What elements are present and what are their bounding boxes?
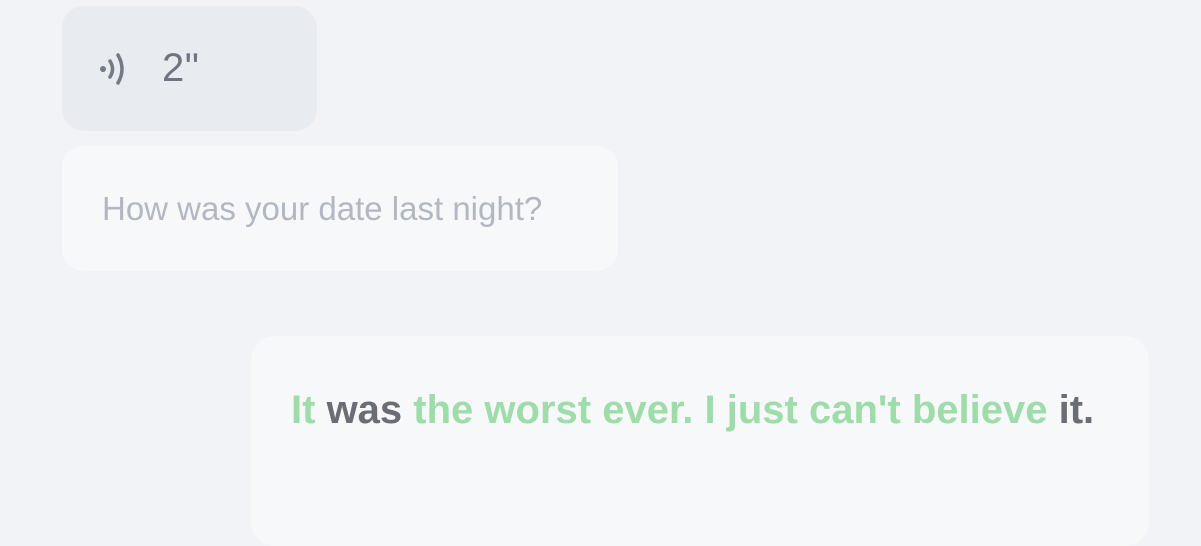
reply-message-bubble: It was the worst ever. I just can't beli… bbox=[251, 336, 1149, 546]
reply-message-text: It was the worst ever. I just can't beli… bbox=[291, 378, 1109, 442]
voice-message-bubble[interactable]: 2" bbox=[62, 6, 317, 131]
voice-wave-icon bbox=[98, 49, 140, 89]
reply-segment: the worst ever. I just can't believe bbox=[413, 388, 1048, 432]
reply-segment bbox=[402, 388, 413, 432]
incoming-message-text: How was your date last night? bbox=[102, 189, 543, 227]
reply-segment: was bbox=[326, 388, 403, 432]
reply-segment: It bbox=[291, 388, 316, 432]
reply-segment: it. bbox=[1058, 388, 1095, 432]
voice-duration: 2" bbox=[162, 46, 200, 90]
reply-segment bbox=[315, 388, 326, 432]
incoming-message-bubble: How was your date last night? bbox=[62, 146, 618, 271]
reply-segment bbox=[1048, 388, 1059, 432]
